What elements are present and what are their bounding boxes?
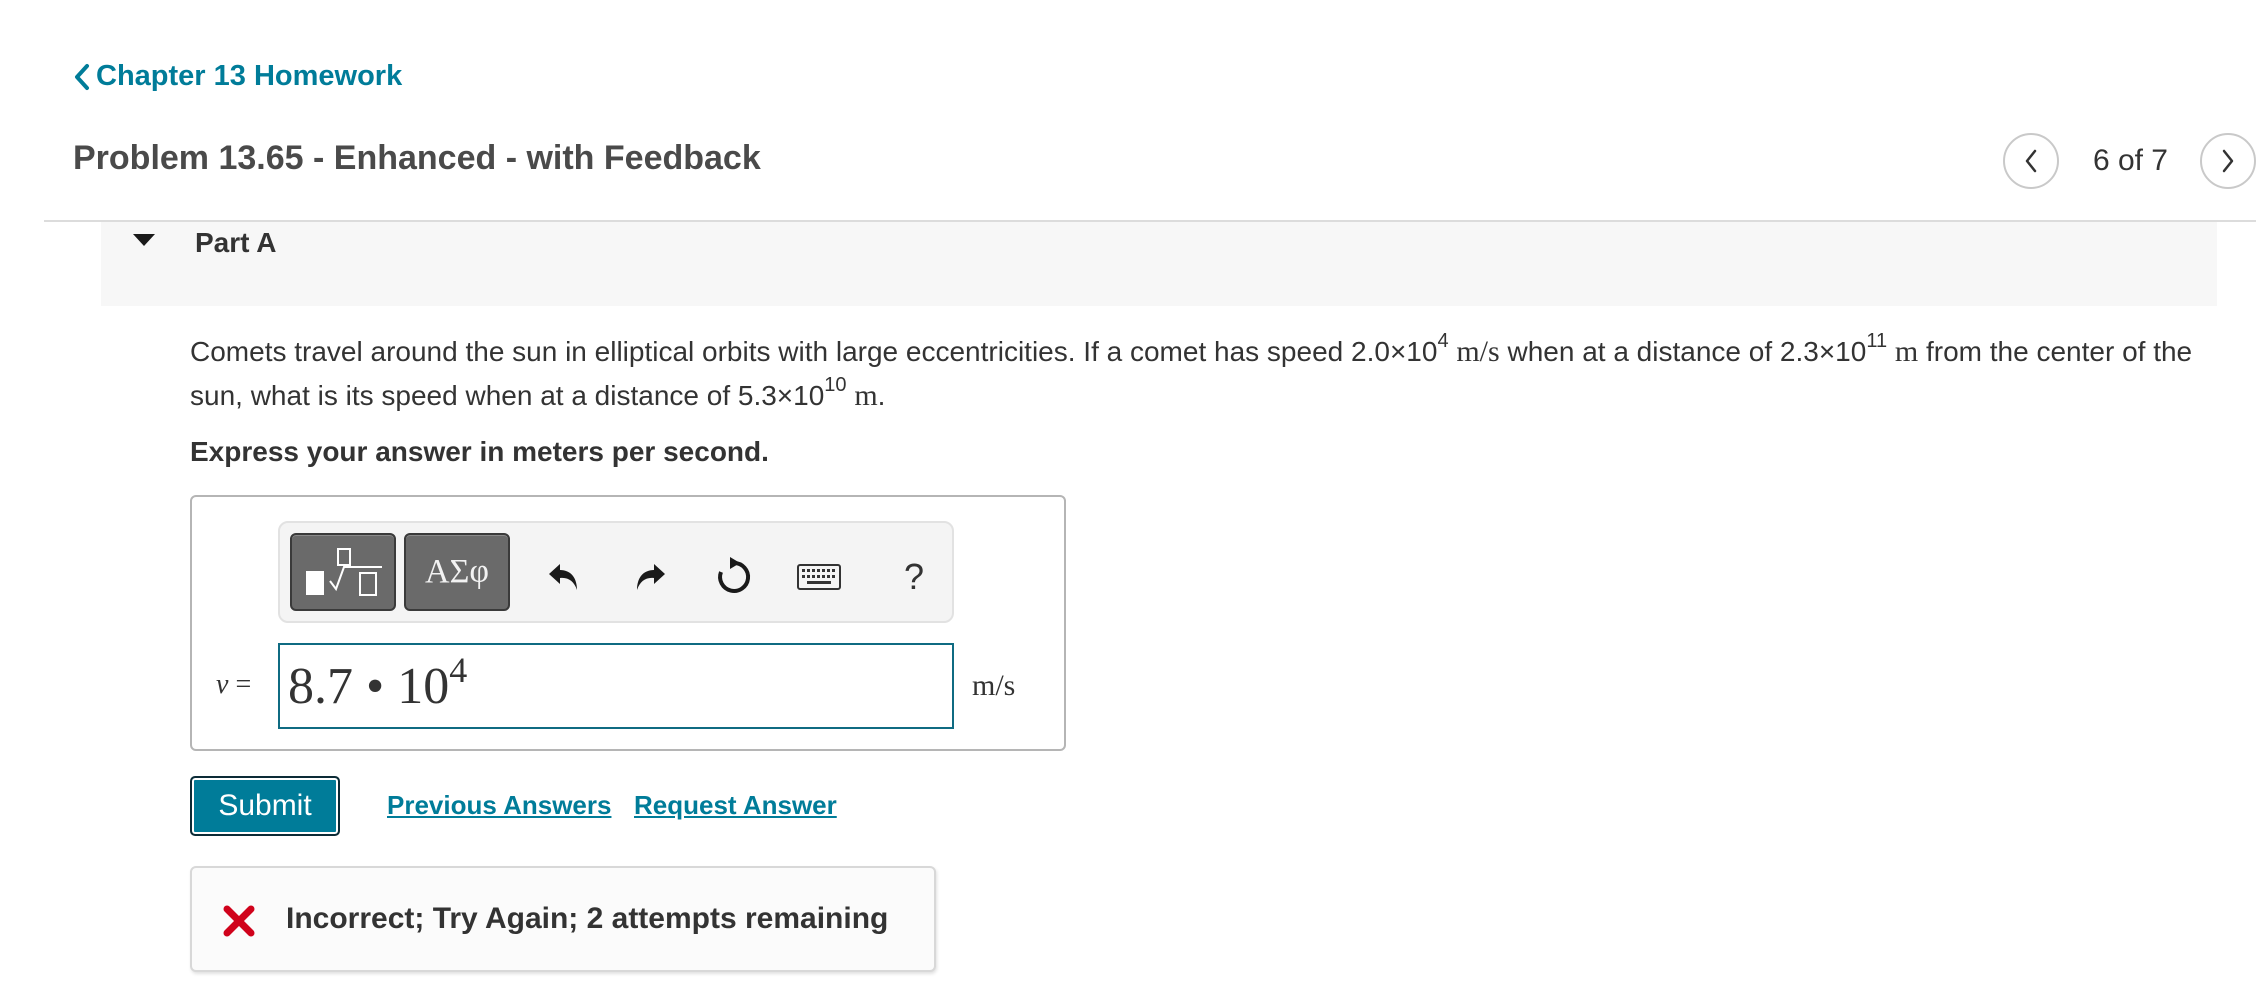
distance-two-value: 5.3×1010 [737,375,847,411]
previous-problem-button[interactable] [2002,133,2059,189]
answer-variable: v [216,669,229,700]
answer-variable-label: v = [216,669,251,701]
request-answer-link[interactable]: Request Answer [634,790,837,821]
question-text: Comets travel around the sun in elliptic… [190,330,2230,418]
page: Chapter 13 Homework Problem 13.65 - Enha… [0,0,2256,989]
keyboard-icon [797,564,841,590]
part-title: Part A [195,227,277,258]
answer-value-mantissa: 8.7 • 10 [288,657,450,715]
equals-sign: = [228,669,252,700]
answer-instruction: Express your answer in meters per second… [190,436,769,467]
question-text-segment: Comets travel around the sun in elliptic… [190,336,1352,367]
distance-one-mantissa: 2.3×10 [1779,336,1867,367]
distance-one-unit: m [1894,335,1919,368]
speed-value: 2.0×104 [1351,331,1449,367]
back-to-assignment-link[interactable]: Chapter 13 Homework [72,60,402,93]
speed-mantissa: 2.0×10 [1351,336,1438,367]
caret-down-icon [133,234,155,246]
templates-button[interactable] [290,533,396,611]
undo-icon [549,564,577,590]
previous-answers-link[interactable]: Previous Answers [387,790,611,821]
templates-icon [306,548,382,596]
chevron-left-icon [75,63,89,90]
speed-exponent: 4 [1437,329,1449,352]
reset-icon [718,557,751,593]
x-mark-icon [223,905,255,937]
distance-two-unit: m [854,379,878,412]
problem-position: 6 of 7 [2092,144,2168,177]
reset-button[interactable] [712,557,756,597]
redo-button[interactable] [628,557,672,597]
greek-symbols-label: ΑΣφ [425,553,489,590]
back-link-label: Chapter 13 Homework [96,60,403,92]
speed-unit: m/s [1456,335,1500,368]
answer-input[interactable]: 8.7 • 10 4 [278,643,954,729]
problem-pager: 6 of 7 [2002,130,2256,192]
next-problem-button[interactable] [2200,133,2256,189]
greek-symbols-button[interactable]: ΑΣφ [404,533,510,611]
question-text-segment: when at a distance of [1499,336,1780,367]
submit-button[interactable]: Submit [190,776,340,836]
problem-title: Problem 13.65 - Enhanced - with Feedback [73,139,761,177]
distance-two-exponent: 10 [824,373,847,396]
undo-button[interactable] [542,557,586,597]
distance-one-value: 2.3×1011 [1779,331,1887,367]
math-toolbar: ΑΣφ ? [278,521,954,623]
chevron-left-icon [2025,149,2037,173]
distance-two-mantissa: 5.3×10 [737,380,825,411]
feedback-message-box: Incorrect; Try Again; 2 attempts remaini… [190,866,936,972]
keyboard-button[interactable] [794,557,844,597]
feedback-message: Incorrect; Try Again; 2 attempts remaini… [286,902,889,935]
help-button[interactable]: ? [892,556,936,597]
question-text-segment: . [877,380,886,411]
answer-unit: m/s [972,669,1016,702]
part-a-header[interactable]: Part A [101,222,2217,306]
distance-one-exponent: 11 [1866,329,1888,352]
chevron-right-icon [2222,149,2234,173]
answer-entry-panel: ΑΣφ ? v = 8.7 • 10 4 m/s [190,495,1066,751]
redo-icon [637,564,665,590]
